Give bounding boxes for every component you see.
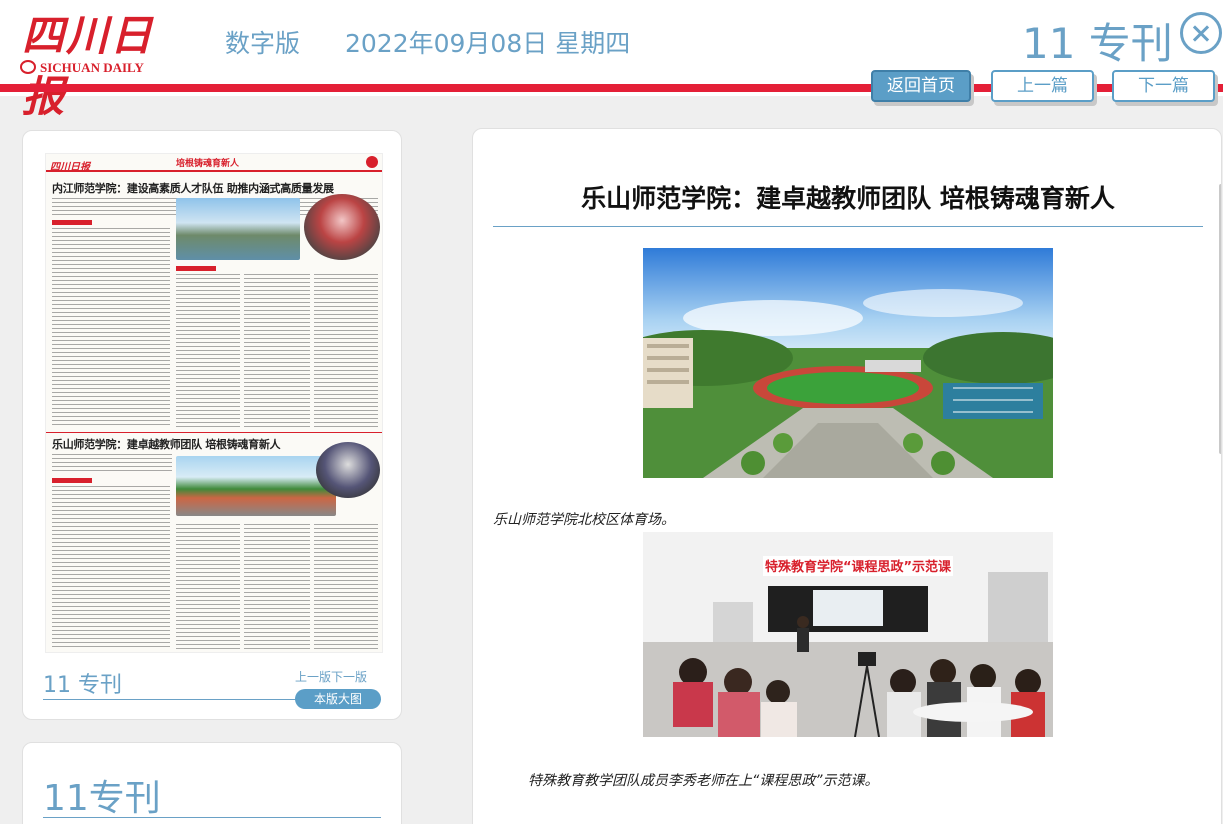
prev-next-page-links[interactable]: 上一版下一版	[295, 668, 367, 685]
thumbnail-text	[314, 274, 378, 428]
section-card: 11专刊	[22, 742, 402, 824]
thumbnail-page-badge	[366, 156, 378, 168]
thumbnail-subhead-tag	[176, 266, 216, 271]
stadium-photo-caption: 乐山师范学院北校区体育场。	[493, 512, 675, 528]
stadium-photo-illustration	[643, 248, 1053, 478]
section-divider	[43, 817, 381, 818]
thumbnail-header-title: 培根铸魂育新人	[176, 159, 240, 169]
thumbnail-text	[314, 524, 378, 650]
issue-date: 2022年09月08日 星期四	[345, 29, 631, 58]
thumbnail-text	[52, 228, 170, 428]
close-icon[interactable]	[1180, 12, 1222, 54]
article-panel: 乐山师范学院：建卓越教师团队 培根铸魂育新人 乐山师范学院北校区体育场。 特殊教…	[472, 128, 1222, 824]
classroom-photo: 特殊教育学院“课程思政”示范课	[643, 532, 1053, 737]
thumbnail-subhead-tag	[52, 220, 92, 225]
thumbnail-header-line	[46, 170, 382, 172]
thumbnail-text	[244, 524, 310, 650]
thumbnail-text	[244, 274, 310, 428]
next-article-button[interactable]: 下一篇	[1112, 70, 1215, 102]
thumbnail-campus-photo	[176, 198, 300, 260]
stadium-photo	[643, 248, 1053, 478]
section-title: 11专刊	[43, 778, 161, 819]
sichuan-daily-logo[interactable]: 四川日报 SICHUAN DAILY	[20, 0, 190, 121]
thumbnail-meeting-photo	[304, 194, 380, 260]
thumbnail-text	[176, 274, 240, 428]
back-home-button[interactable]: 返回首页	[871, 70, 971, 102]
thumbnail-page-caption: 11 专刊	[43, 673, 122, 698]
article-scrollbar[interactable]	[1219, 184, 1221, 454]
thumbnail-separator	[46, 432, 382, 433]
previous-article-button[interactable]: 上一篇	[991, 70, 1094, 102]
classroom-banner: 特殊教育学院“课程思政”示范课	[765, 559, 952, 575]
page-thumbnail-card: 四川日报 培根铸魂育新人 内江师范学院：建设高素质人才队伍 助推内涵式高质量发展…	[22, 130, 402, 720]
classroom-photo-caption: 特殊教育教学团队成员李秀老师在上“课程思政”示范课。	[528, 773, 879, 789]
thumbnail-headline-1[interactable]: 内江师范学院：建设高素质人才队伍 助推内涵式高质量发展	[52, 180, 334, 196]
thumbnail-text	[52, 454, 172, 472]
thumbnail-headline-2[interactable]: 乐山师范学院：建卓越教师团队 培根铸魂育新人	[52, 436, 281, 452]
article-title: 乐山师范学院：建卓越教师团队 培根铸魂育新人	[581, 184, 1115, 213]
logo-english-text: SICHUAN DAILY	[40, 60, 144, 75]
thumbnail-subhead-tag	[52, 478, 92, 483]
page-large-image-button[interactable]: 本版大图	[295, 689, 381, 709]
edition-label: 数字版	[225, 29, 301, 58]
thumbnail-stadium-photo	[176, 456, 336, 516]
classroom-photo-illustration: 特殊教育学院“课程思政”示范课	[643, 532, 1053, 737]
thumbnail-classroom-photo	[316, 442, 380, 498]
thumbnail-text	[52, 486, 170, 650]
page-thumbnail[interactable]: 四川日报 培根铸魂育新人 内江师范学院：建设高素质人才队伍 助推内涵式高质量发展…	[45, 153, 383, 653]
thumbnail-text	[176, 524, 240, 650]
article-title-rule	[493, 226, 1203, 227]
logo-emblem-icon	[20, 60, 36, 74]
page-label: 11 专刊	[1022, 19, 1173, 68]
